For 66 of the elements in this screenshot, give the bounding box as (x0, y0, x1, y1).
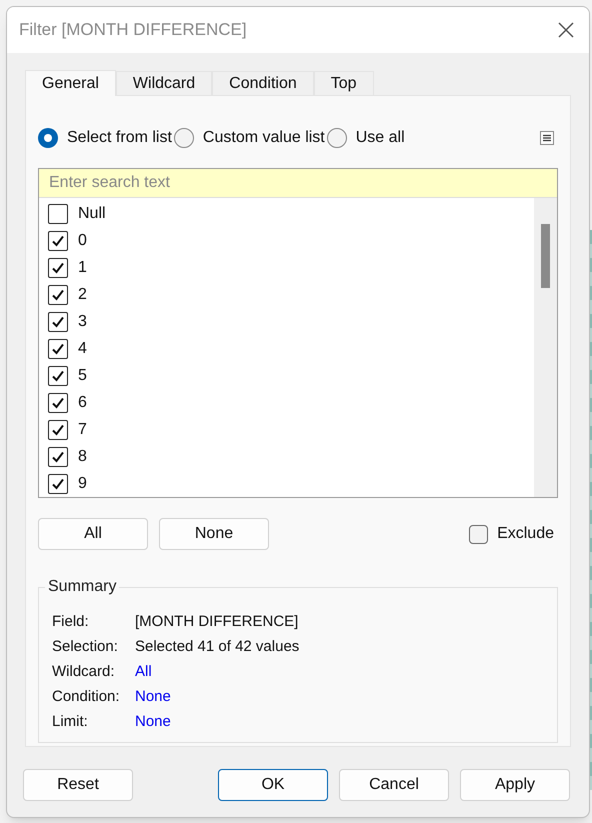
checkbox[interactable] (48, 446, 68, 466)
summary-label: Condition: (52, 687, 121, 708)
checkmark-icon (51, 396, 65, 410)
checkbox[interactable] (48, 366, 68, 386)
checkmark-icon (51, 234, 65, 248)
checkbox-label: Exclude (497, 524, 554, 544)
checkbox[interactable] (48, 420, 68, 440)
value-label: 7 (78, 420, 87, 440)
value-label: 0 (78, 230, 87, 250)
checkmark-icon (51, 476, 65, 490)
checkbox[interactable] (48, 392, 68, 412)
dialog-button[interactable]: Apply (460, 769, 570, 801)
radio-button[interactable] (174, 128, 194, 148)
summary-label: Field: (52, 612, 90, 632)
checkmark-icon (51, 422, 65, 436)
radio-label: Custom value list (202, 128, 325, 148)
search-field[interactable]: Enter search text (39, 169, 557, 198)
close-icon[interactable] (557, 21, 575, 39)
tab[interactable]: General (25, 70, 116, 96)
radio-button[interactable] (38, 128, 58, 148)
checkmark-icon (51, 314, 65, 328)
radio-button[interactable] (326, 128, 347, 148)
checkmark-icon (51, 342, 65, 356)
checkbox[interactable] (48, 284, 68, 304)
checkmark-icon (51, 368, 65, 382)
summary-title: Summary (45, 578, 120, 596)
checkbox[interactable] (48, 474, 68, 494)
summary-label: Limit: (52, 712, 89, 732)
value-label: 2 (78, 284, 87, 304)
checkbox[interactable] (48, 338, 68, 358)
radio-label: Select from list (67, 128, 172, 148)
summary-value: Selected 41 of 42 values (135, 637, 300, 658)
value-label: 3 (78, 312, 87, 332)
checkmark-icon (51, 288, 65, 302)
value-label: 9 (78, 474, 87, 494)
checkmark-icon (51, 260, 65, 274)
checkbox[interactable] (48, 204, 68, 224)
summary-link[interactable]: All (135, 661, 152, 684)
checkbox[interactable] (48, 312, 68, 332)
list-button[interactable]: All (38, 518, 148, 550)
radio-label: Use all (356, 128, 405, 148)
dialog-button[interactable]: Cancel (339, 769, 449, 801)
summary-link[interactable]: None (135, 711, 171, 734)
menu-icon[interactable] (540, 131, 554, 145)
value-label: 5 (78, 366, 87, 386)
value-label: Null (78, 204, 106, 224)
checkmark-icon (51, 450, 65, 464)
dialog-button[interactable]: Reset (23, 769, 133, 801)
summary-link[interactable]: None (135, 686, 171, 709)
value-label: 1 (78, 258, 87, 278)
summary-value: [MONTH DIFFERENCE] (135, 612, 298, 632)
tab[interactable]: Condition (212, 71, 314, 95)
window-title: Filter [MONTH DIFFERENCE] (19, 19, 247, 42)
checkbox[interactable] (469, 524, 488, 544)
summary-label: Selection: (52, 637, 119, 658)
checkbox[interactable] (48, 258, 68, 278)
summary-label: Wildcard: (52, 662, 116, 682)
list-button[interactable]: None (159, 518, 269, 550)
tab[interactable]: Top (314, 71, 374, 95)
value-label: 6 (78, 392, 87, 412)
value-label: 8 (78, 446, 87, 466)
checkbox[interactable] (48, 230, 68, 250)
scrollbar[interactable] (534, 198, 557, 497)
dialog-button[interactable]: OK (218, 769, 328, 801)
tab[interactable]: Wildcard (116, 71, 212, 95)
value-label: 4 (78, 338, 87, 358)
